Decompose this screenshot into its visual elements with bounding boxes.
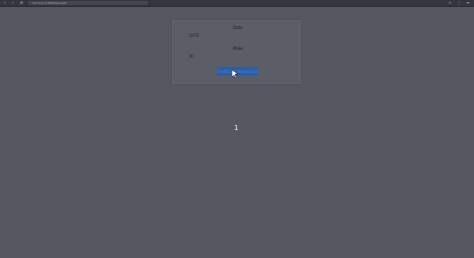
page: ‹ › ⟳ 127.0.0.1:5000/predict ☆ ⋮ ≡ Date … — [0, 0, 474, 258]
reload-icon[interactable]: ⟳ — [20, 1, 23, 5]
prediction-result: 1 — [234, 124, 239, 132]
mileage-label: MI — [189, 54, 194, 59]
browser-toolbar: ‹ › ⟳ 127.0.0.1:5000/predict ☆ ⋮ ≡ — [0, 0, 474, 7]
bookmark-icon[interactable]: ☆ — [448, 1, 452, 5]
address-text: 127.0.0.1:5000/predict — [32, 1, 67, 5]
mouse-cursor-icon — [232, 70, 238, 78]
hamburger-menu-icon[interactable]: ≡ — [466, 1, 470, 5]
date-input-value[interactable]: Date — [233, 25, 243, 30]
date-label: DATE — [189, 33, 200, 38]
address-bar[interactable]: 127.0.0.1:5000/predict — [28, 1, 148, 5]
mileage-input-value[interactable]: Miles — [233, 46, 243, 51]
forward-icon[interactable]: › — [12, 1, 14, 5]
prediction-form: Date DATE Miles MI Predict Maintenance — [172, 20, 301, 84]
browser-actions: ☆ ⋮ ≡ — [448, 1, 470, 5]
kebab-menu-icon[interactable]: ⋮ — [457, 1, 461, 5]
back-icon[interactable]: ‹ — [4, 1, 6, 5]
